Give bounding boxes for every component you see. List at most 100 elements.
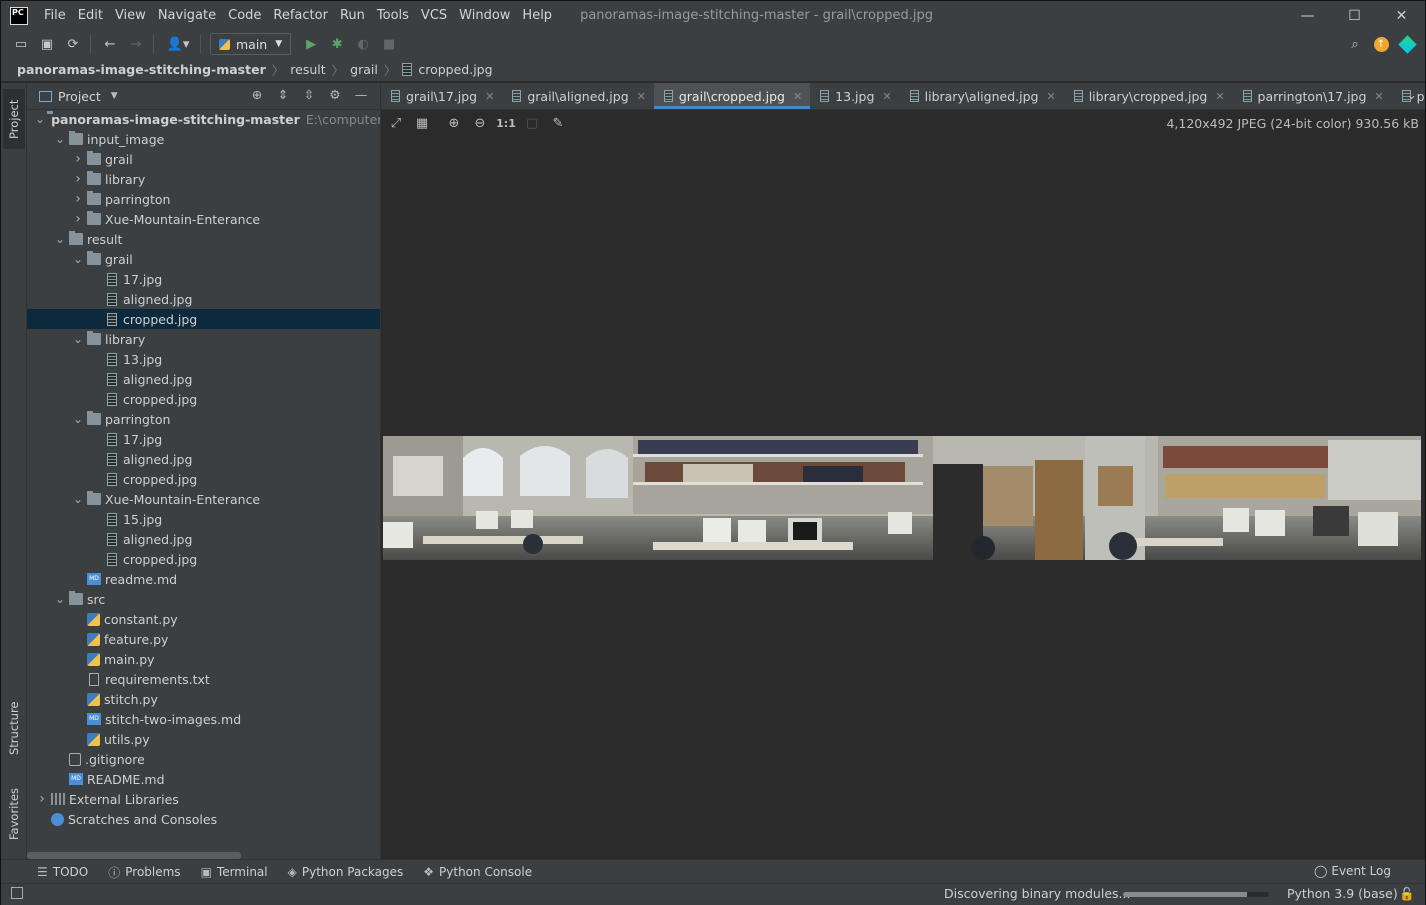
menu-navigate[interactable]: Navigate bbox=[152, 8, 222, 23]
tree-item[interactable]: cropped.jpg bbox=[27, 389, 380, 409]
tree-item[interactable]: 15.jpg bbox=[27, 509, 380, 529]
editor-tab[interactable]: grail\aligned.jpg ✕ bbox=[502, 83, 654, 109]
chevron-down-icon[interactable]: ⌄ bbox=[71, 492, 85, 506]
collapse-all-icon[interactable]: ⇳ bbox=[296, 87, 322, 102]
project-tool-button[interactable]: Project bbox=[3, 89, 25, 149]
tree-item[interactable]: ⌄ src bbox=[27, 589, 380, 609]
tabs-overflow-chevron-icon[interactable]: ⌄ bbox=[1407, 87, 1417, 102]
tree-item[interactable]: › library bbox=[27, 169, 380, 189]
menu-file[interactable]: File bbox=[38, 8, 72, 23]
tree-item[interactable]: aligned.jpg bbox=[27, 369, 380, 389]
fit-to-window-icon[interactable]: ▢ bbox=[519, 116, 545, 131]
tree-item[interactable]: › grail bbox=[27, 149, 380, 169]
chevron-down-icon[interactable]: ⌄ bbox=[71, 252, 85, 266]
background-task-progress[interactable] bbox=[1123, 892, 1269, 897]
editor-tab[interactable]: library\aligned.jpg ✕ bbox=[900, 83, 1064, 109]
tree-item[interactable]: ⌄ result bbox=[27, 229, 380, 249]
tree-item[interactable]: MD stitch-two-images.md bbox=[27, 709, 380, 729]
editor-tab[interactable]: grail\17.jpg ✕ bbox=[381, 83, 502, 109]
tree-item[interactable]: feature.py bbox=[27, 629, 380, 649]
expand-all-icon[interactable]: ⇕ bbox=[270, 87, 296, 102]
zoom-in-icon[interactable]: ⊕ bbox=[441, 116, 467, 131]
breadcrumb-result[interactable]: result bbox=[290, 62, 325, 77]
close-tab-icon[interactable]: ✕ bbox=[637, 90, 646, 103]
menu-run[interactable]: Run bbox=[334, 8, 371, 23]
tree-item[interactable]: › Xue-Mountain-Enterance bbox=[27, 209, 380, 229]
color-picker-icon[interactable]: ✎ bbox=[545, 116, 571, 131]
event-log-button[interactable]: ◯ Event Log bbox=[1314, 864, 1391, 878]
close-window-button[interactable]: ✕ bbox=[1378, 1, 1425, 30]
menu-code[interactable]: Code bbox=[222, 8, 267, 23]
tree-item[interactable]: .gitignore bbox=[27, 749, 380, 769]
menu-edit[interactable]: Edit bbox=[72, 8, 109, 23]
tree-item[interactable]: ⌄ Xue-Mountain-Enterance bbox=[27, 489, 380, 509]
chevron-right-icon[interactable]: › bbox=[71, 191, 85, 207]
vcs-user-icon[interactable]: 👤▾ bbox=[161, 33, 195, 55]
stop-icon[interactable]: ■ bbox=[377, 33, 401, 55]
tree-item[interactable]: 13.jpg bbox=[27, 349, 380, 369]
tree-item[interactable]: cropped.jpg bbox=[27, 549, 380, 569]
lock-icon[interactable]: 🔓 bbox=[1399, 886, 1415, 902]
tool-window-problems[interactable]: ⓘ Problems bbox=[108, 864, 180, 881]
tree-item[interactable]: utils.py bbox=[27, 729, 380, 749]
tree-item[interactable]: 17.jpg bbox=[27, 269, 380, 289]
tree-item[interactable]: requirements.txt bbox=[27, 669, 380, 689]
chevron-down-icon[interactable]: ⌄ bbox=[53, 232, 67, 246]
chevron-down-icon[interactable]: ⌄ bbox=[35, 112, 45, 126]
chevron-down-icon[interactable]: ⌄ bbox=[53, 132, 67, 146]
run-icon[interactable]: ▶ bbox=[299, 33, 323, 55]
menu-refactor[interactable]: Refactor bbox=[267, 8, 334, 23]
tree-item[interactable]: aligned.jpg bbox=[27, 529, 380, 549]
tool-window-terminal[interactable]: ▣ Terminal bbox=[201, 865, 268, 879]
tree-item[interactable]: MD readme.md bbox=[27, 569, 380, 589]
tree-item[interactable]: stitch.py bbox=[27, 689, 380, 709]
chevron-down-icon[interactable]: ⌄ bbox=[71, 332, 85, 346]
tool-window-python-console[interactable]: ❖ Python Console bbox=[423, 865, 532, 879]
breadcrumb-file[interactable]: cropped.jpg bbox=[418, 62, 492, 77]
tree-item[interactable]: ⌄ input_image bbox=[27, 129, 380, 149]
tree-item[interactable]: main.py bbox=[27, 649, 380, 669]
breadcrumb-grail[interactable]: grail bbox=[350, 62, 378, 77]
panel-toggle-icon[interactable] bbox=[11, 887, 23, 899]
fit-zoom-icon[interactable]: ⤢ bbox=[383, 116, 409, 131]
debug-icon[interactable]: ✱ bbox=[325, 33, 349, 55]
tool-window-python-packages[interactable]: ◈ Python Packages bbox=[288, 865, 404, 879]
minimize-button[interactable]: — bbox=[1284, 1, 1331, 30]
tree-item[interactable]: ⌄ panoramas-image-stitching-master E:\comp… bbox=[27, 109, 380, 129]
tree-item[interactable]: aligned.jpg bbox=[27, 289, 380, 309]
zoom-out-icon[interactable]: ⊖ bbox=[467, 116, 493, 131]
locate-file-icon[interactable]: ⊕ bbox=[244, 87, 270, 102]
hide-panel-icon[interactable]: — bbox=[348, 87, 374, 102]
menu-view[interactable]: View bbox=[109, 8, 152, 23]
forward-icon[interactable]: → bbox=[124, 33, 148, 55]
tree-item[interactable]: › External Libraries bbox=[27, 789, 380, 809]
tree-item[interactable]: ⌄ parrington bbox=[27, 409, 380, 429]
close-tab-icon[interactable]: ✕ bbox=[1046, 90, 1055, 103]
tree-item[interactable]: MD README.md bbox=[27, 769, 380, 789]
menu-vcs[interactable]: VCS bbox=[415, 8, 453, 23]
tree-item[interactable]: cropped.jpg bbox=[27, 469, 380, 489]
chevron-down-icon[interactable]: ▼ bbox=[111, 91, 118, 101]
chevron-right-icon[interactable]: › bbox=[35, 791, 49, 807]
tree-item[interactable]: cropped.jpg bbox=[27, 309, 380, 329]
actual-size-button[interactable]: 1:1 bbox=[493, 117, 519, 130]
tree-item[interactable]: › parrington bbox=[27, 189, 380, 209]
tree-item[interactable]: constant.py bbox=[27, 609, 380, 629]
back-icon[interactable]: ← bbox=[98, 33, 122, 55]
gear-icon[interactable]: ⚙ bbox=[322, 87, 348, 102]
close-tab-icon[interactable]: ✕ bbox=[485, 90, 494, 103]
tree-item[interactable]: 17.jpg bbox=[27, 429, 380, 449]
tree-item[interactable]: ⌄ grail bbox=[27, 249, 380, 269]
maximize-button[interactable]: ☐ bbox=[1331, 1, 1378, 30]
chevron-down-icon[interactable]: ⌄ bbox=[53, 592, 67, 606]
menu-window[interactable]: Window bbox=[453, 8, 516, 23]
jetbrains-toolbox-icon[interactable] bbox=[1395, 33, 1419, 55]
run-with-coverage-icon[interactable]: ◐ bbox=[351, 33, 375, 55]
tree-item[interactable]: aligned.jpg bbox=[27, 449, 380, 469]
favorites-tool-button[interactable]: Favorites bbox=[3, 777, 25, 851]
close-tab-icon[interactable]: ✕ bbox=[882, 90, 891, 103]
editor-tab[interactable]: parrington\17.jpg ✕ bbox=[1233, 83, 1392, 109]
close-tab-icon[interactable]: ✕ bbox=[1374, 90, 1383, 103]
close-tab-icon[interactable]: ✕ bbox=[1215, 90, 1224, 103]
menu-help[interactable]: Help bbox=[516, 8, 558, 23]
